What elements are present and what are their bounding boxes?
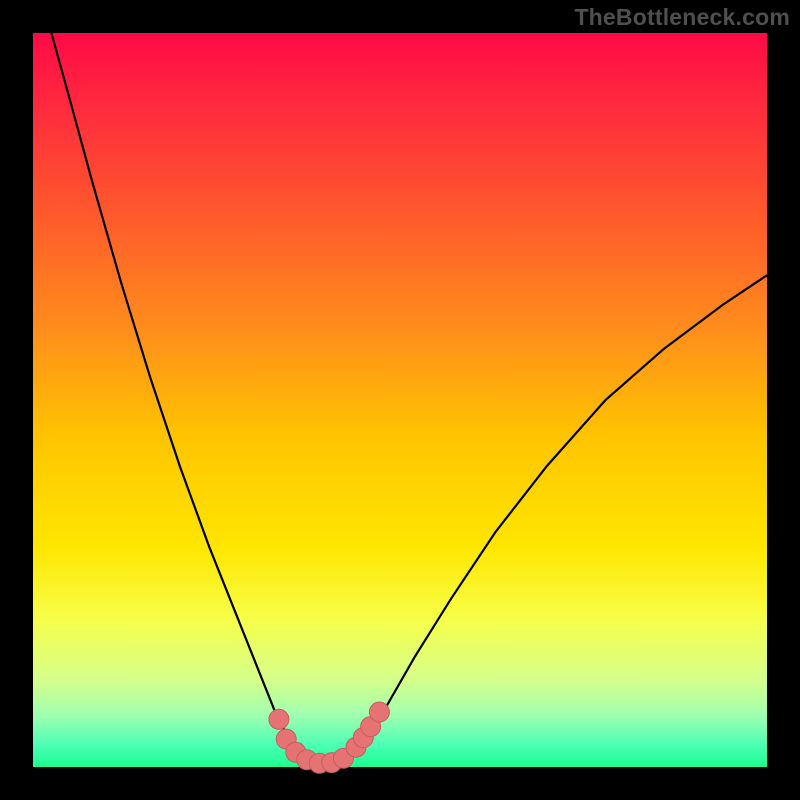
plot-background xyxy=(33,33,767,767)
highlight-dot xyxy=(369,702,389,722)
bottleneck-chart xyxy=(0,0,800,800)
highlight-dot xyxy=(269,709,289,729)
chart-frame: TheBottleneck.com xyxy=(0,0,800,800)
